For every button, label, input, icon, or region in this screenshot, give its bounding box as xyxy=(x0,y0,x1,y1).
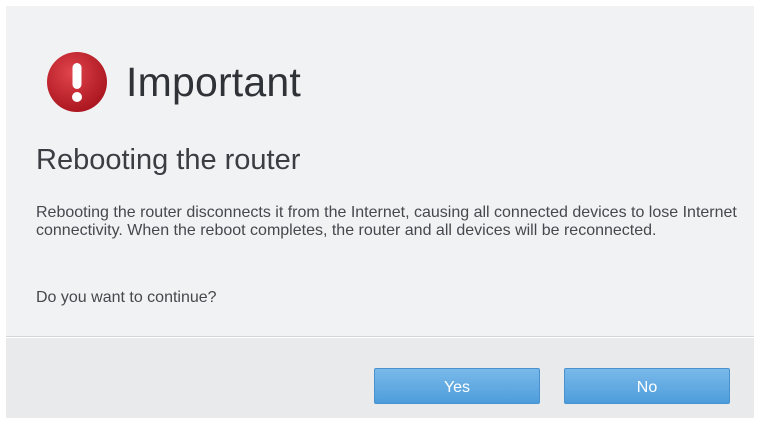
dialog-title: Important xyxy=(126,58,301,105)
yes-button[interactable]: Yes xyxy=(374,368,540,404)
dialog-subtitle: Rebooting the router xyxy=(36,144,301,176)
exclamation-alert-icon xyxy=(47,52,107,112)
dialog-question: Do you want to continue? xyxy=(36,289,217,306)
reboot-confirm-dialog: Important Rebooting the router Rebooting… xyxy=(6,6,754,418)
dialog-header: Important xyxy=(46,48,301,116)
dialog-footer: Yes No xyxy=(6,336,754,418)
no-button[interactable]: No xyxy=(564,368,730,404)
dialog-message: Rebooting the router disconnects it from… xyxy=(36,204,737,239)
